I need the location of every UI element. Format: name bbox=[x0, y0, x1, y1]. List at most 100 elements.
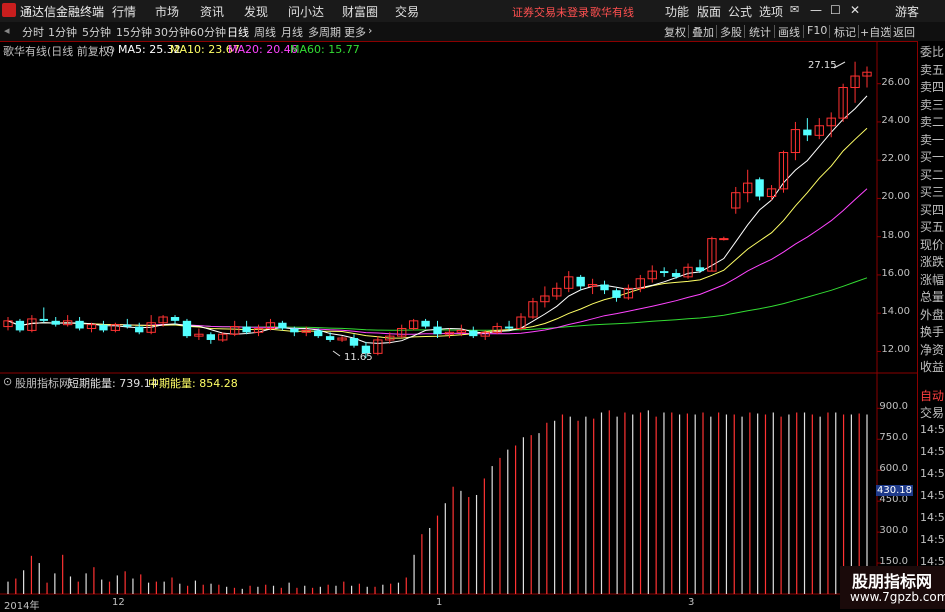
price-tick-label: 18.00 bbox=[881, 229, 910, 241]
period-tab-30min[interactable]: 30分钟 bbox=[154, 24, 190, 40]
tool-adjust[interactable]: 复权 bbox=[664, 24, 686, 40]
candle-body-down bbox=[123, 324, 132, 327]
side-panel-item[interactable]: 买三 bbox=[920, 183, 944, 200]
menu-item-layout[interactable]: 版面 bbox=[697, 3, 721, 20]
maximize-icon[interactable]: ☐ bbox=[830, 3, 841, 17]
side-panel-item[interactable]: 卖五 bbox=[920, 61, 944, 78]
tick-time: 14:56 bbox=[920, 511, 945, 524]
price-tick-label: 16.00 bbox=[881, 267, 910, 279]
period-tab-weekly[interactable]: 周线 bbox=[254, 24, 276, 40]
price-tick-label: 14.00 bbox=[881, 306, 910, 318]
low-marker bbox=[332, 350, 341, 357]
side-panel-item[interactable]: 净资 bbox=[920, 341, 944, 358]
candle-body-down bbox=[51, 320, 60, 325]
candle-body-down bbox=[242, 326, 251, 333]
menu-item-formula[interactable]: 公式 bbox=[728, 3, 752, 20]
candle-body-down bbox=[504, 326, 514, 329]
tool-divider bbox=[688, 25, 689, 38]
period-tab-15min[interactable]: 15分钟 bbox=[116, 24, 152, 40]
tick-time: 14:56 bbox=[920, 533, 945, 546]
side-panel-item[interactable]: 涨幅 bbox=[920, 271, 944, 288]
candle-body-down bbox=[15, 320, 25, 331]
current-value-badge: 430.18 bbox=[876, 485, 913, 496]
side-panel-item[interactable]: 总量 bbox=[920, 288, 944, 305]
side-panel-item[interactable]: 收益 bbox=[920, 358, 944, 375]
side-panel-item[interactable]: 涨跌 bbox=[920, 253, 944, 270]
period-tab-daily[interactable]: 日线 bbox=[227, 24, 249, 40]
side-panel-item[interactable]: 卖一 bbox=[920, 131, 944, 148]
tool-overlay[interactable]: 叠加 bbox=[692, 24, 714, 40]
period-tab-intraday[interactable]: 分时 bbox=[22, 24, 44, 40]
menu-item-ask[interactable]: 问小达 bbox=[288, 3, 324, 20]
candle-body-down bbox=[469, 330, 478, 337]
scroll-left-icon[interactable]: ◂ bbox=[4, 24, 10, 37]
side-panel-item[interactable]: 买一 bbox=[920, 148, 944, 165]
menu-item-function[interactable]: 功能 bbox=[665, 3, 689, 20]
candle-body-down bbox=[290, 328, 299, 333]
candle-body-down bbox=[75, 320, 84, 329]
candle-body-down bbox=[600, 284, 609, 291]
side-panel-item[interactable]: 卖二 bbox=[920, 113, 944, 130]
period-tab-5min[interactable]: 5分钟 bbox=[82, 24, 111, 40]
side-panel-item[interactable]: 外盘 bbox=[920, 306, 944, 323]
tool-draw[interactable]: 画线 bbox=[778, 24, 800, 40]
candle-body-down bbox=[433, 326, 442, 335]
candle-body-down bbox=[576, 276, 585, 287]
more-dropdown-icon[interactable]: › bbox=[368, 24, 372, 37]
sub-tick-label: 750.0 bbox=[879, 432, 908, 444]
message-icon[interactable]: ✉ bbox=[790, 3, 799, 16]
period-tab-1min[interactable]: 1分钟 bbox=[48, 24, 77, 40]
close-icon[interactable]: ✕ bbox=[850, 3, 860, 17]
menu-item-wealth[interactable]: 财富圈 bbox=[342, 3, 378, 20]
candle-body-down bbox=[803, 129, 812, 136]
side-panel-item[interactable]: 换手 bbox=[920, 323, 944, 340]
tool-divider bbox=[744, 25, 745, 38]
date-label-mar: 3 bbox=[688, 597, 695, 608]
menu-item-market2[interactable]: 市场 bbox=[155, 3, 179, 20]
side-panel-item[interactable]: 买五 bbox=[920, 218, 944, 235]
kline-chart[interactable] bbox=[0, 41, 917, 609]
price-tick-label: 12.00 bbox=[881, 344, 910, 356]
side-panel-item[interactable]: 买二 bbox=[920, 166, 944, 183]
tool-add-favorite[interactable]: +自选 bbox=[860, 24, 891, 40]
menu-item-news[interactable]: 资讯 bbox=[200, 3, 224, 20]
period-tab-more[interactable]: 更多 bbox=[344, 24, 366, 40]
low-price-label: 11.65 bbox=[344, 352, 373, 363]
menu-item-market[interactable]: 行情 bbox=[112, 3, 136, 20]
tool-multi-stock[interactable]: 多股 bbox=[720, 24, 742, 40]
period-tab-monthly[interactable]: 月线 bbox=[281, 24, 303, 40]
tool-stats[interactable]: 统计 bbox=[749, 24, 771, 40]
minimize-icon[interactable]: — bbox=[810, 3, 822, 17]
stock-name: 歌华有线 bbox=[590, 6, 634, 19]
auto-toggle[interactable]: 自动 bbox=[920, 387, 944, 404]
candle-body-down bbox=[660, 271, 669, 274]
price-tick-label: 26.00 bbox=[881, 76, 910, 88]
candle-body-down bbox=[349, 338, 359, 346]
menu-item-discover[interactable]: 发现 bbox=[244, 3, 268, 20]
tick-time: 14:56 bbox=[920, 445, 945, 458]
side-panel-item[interactable]: 买四 bbox=[920, 201, 944, 218]
sub-tick-label: 900.0 bbox=[879, 401, 908, 413]
tool-f10[interactable]: F10 bbox=[807, 24, 827, 37]
side-panel-item[interactable]: 卖四 bbox=[920, 78, 944, 95]
tool-divider bbox=[890, 25, 891, 38]
trade-button[interactable]: 交易 bbox=[920, 404, 944, 421]
side-panel-item[interactable]: 卖三 bbox=[920, 96, 944, 113]
guest-label[interactable]: 游客 bbox=[895, 3, 919, 20]
tool-divider bbox=[774, 25, 775, 38]
tool-back[interactable]: 返回 bbox=[893, 24, 915, 40]
menu-item-options[interactable]: 选项 bbox=[759, 3, 783, 20]
tool-mark[interactable]: 标记 bbox=[834, 24, 856, 40]
date-label-jan: 1 bbox=[436, 597, 443, 608]
menu-item-trade[interactable]: 交易 bbox=[395, 3, 419, 20]
tick-time: 14:56 bbox=[920, 489, 945, 502]
trade-login-notice[interactable]: 证券交易未登录 bbox=[512, 4, 589, 20]
period-toolbar: ◂ 分时 1分钟 5分钟 15分钟 30分钟 60分钟 日线 周线 月线 多周期… bbox=[0, 22, 945, 42]
side-panel-item[interactable]: 现价 bbox=[920, 236, 944, 253]
period-tab-60min[interactable]: 60分钟 bbox=[190, 24, 226, 40]
watermark: 股朋指标网 www.7gpzb.com bbox=[840, 566, 945, 609]
candle-body-down bbox=[755, 179, 764, 197]
period-tab-multi[interactable]: 多周期 bbox=[308, 24, 341, 40]
ma5-line bbox=[7, 95, 868, 344]
side-panel-item[interactable]: 委比 bbox=[920, 43, 944, 60]
